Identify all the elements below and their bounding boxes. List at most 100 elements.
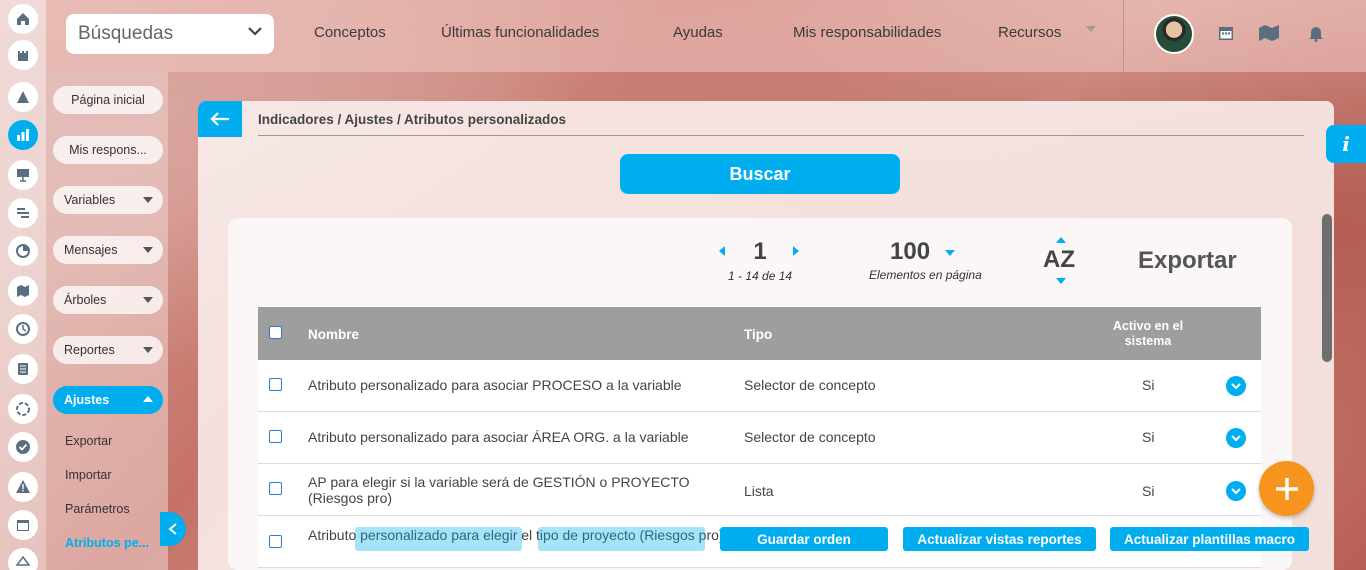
chevron-down-icon[interactable]: [1226, 481, 1246, 501]
scrollbar[interactable]: [1322, 214, 1332, 362]
sidebar-item-ajustes[interactable]: Ajustes: [53, 386, 163, 414]
sidebar-item-label: Árboles: [64, 293, 107, 307]
row-name: AP para elegir si la variable será de GE…: [308, 474, 690, 506]
gantt-icon[interactable]: [8, 198, 38, 228]
table-row[interactable]: AP para elegir si la variable será de GE…: [258, 464, 1261, 516]
presentation-icon[interactable]: [8, 160, 38, 190]
table-row[interactable]: Atributo personalizado para asociar PROC…: [258, 360, 1261, 412]
row-checkbox[interactable]: [269, 482, 282, 495]
chevron-down-icon: [248, 27, 262, 36]
chevron-left-icon: [168, 523, 177, 535]
check-icon[interactable]: [8, 432, 38, 462]
sidebar-item-variables[interactable]: Variables: [53, 186, 163, 214]
sidebar-item-mis-responsabilidades[interactable]: Mis respons...: [53, 136, 163, 164]
sort-button[interactable]: AZ: [1043, 246, 1075, 274]
pie-icon[interactable]: [8, 236, 38, 266]
arrow-left-icon: [210, 112, 229, 126]
calendar-icon[interactable]: [1217, 24, 1235, 47]
sidebar-link-exportar[interactable]: Exportar: [65, 434, 112, 448]
collapse-sidebar-button[interactable]: [160, 512, 186, 546]
per-page-dropdown-icon[interactable]: [945, 250, 955, 256]
back-button[interactable]: [198, 101, 242, 137]
prev-page-icon[interactable]: [719, 246, 725, 256]
sidebar-item-label: Reportes: [64, 343, 115, 357]
sidebar-link-atributos[interactable]: Atributos pe...: [65, 536, 149, 550]
module-sidebar: Página inicial Mis respons... Variables …: [46, 72, 168, 570]
info-icon[interactable]: i: [1326, 125, 1366, 163]
chevron-down-icon[interactable]: [1226, 428, 1246, 448]
update-macro-templates-button[interactable]: Actualizar plantillas macro: [1110, 527, 1309, 551]
sidebar-item-label: Ajustes: [64, 393, 110, 407]
nav-conceptos[interactable]: Conceptos: [314, 24, 386, 41]
divider: [1123, 0, 1124, 72]
nav-ayudas[interactable]: Ayudas: [673, 24, 723, 41]
row-activo: Si: [1142, 377, 1155, 393]
nav-ultimas-funcionalidades[interactable]: Últimas funcionalidades: [441, 24, 599, 41]
sidebar-item-label: Página inicial: [71, 93, 145, 107]
row-tipo: Lista: [744, 483, 774, 499]
sidebar-item-pagina-inicial[interactable]: Página inicial: [53, 86, 163, 114]
column-header-activo[interactable]: Activo en el sistema: [1098, 319, 1198, 349]
column-header-tipo[interactable]: Tipo: [744, 327, 772, 342]
table-header: Nombre Tipo Activo en el sistema: [258, 307, 1261, 360]
map-icon[interactable]: [8, 276, 38, 306]
add-button[interactable]: [1259, 461, 1314, 516]
chevron-down-icon[interactable]: [1226, 376, 1246, 396]
icon-rail: [0, 0, 46, 570]
sidebar-item-label: Mensajes: [64, 243, 118, 257]
current-page: 1: [753, 238, 767, 265]
select-button-faded: [355, 527, 522, 551]
triangle-icon[interactable]: [8, 82, 38, 112]
main-panel: Indicadores / Ajustes / Atributos person…: [198, 101, 1334, 570]
sidebar-link-importar[interactable]: Importar: [65, 468, 112, 482]
search-dropdown[interactable]: Búsquedas: [66, 14, 274, 54]
update-report-views-button[interactable]: Actualizar vistas reportes: [903, 527, 1096, 551]
home-icon[interactable]: [8, 4, 38, 34]
sort-up-icon[interactable]: [1056, 237, 1066, 243]
sidebar-link-parametros[interactable]: Parámetros: [65, 502, 130, 516]
bell-icon[interactable]: [1308, 24, 1324, 47]
avatar[interactable]: [1154, 14, 1194, 54]
clock-icon[interactable]: [8, 314, 38, 344]
list-icon[interactable]: [8, 354, 38, 384]
chart-icon[interactable]: [8, 120, 38, 150]
row-tipo: Selector de concepto: [744, 429, 876, 445]
alert-icon[interactable]: [8, 472, 38, 502]
chevron-down-icon: [143, 347, 153, 353]
search-button[interactable]: Buscar: [620, 154, 900, 194]
recursos-dropdown-icon[interactable]: [1086, 26, 1096, 32]
export-button[interactable]: Exportar: [1138, 247, 1237, 275]
calendar-icon[interactable]: [8, 510, 38, 540]
row-checkbox[interactable]: [269, 378, 282, 391]
per-page-select[interactable]: 100: [890, 238, 930, 266]
page-range: 1 - 14 de 14: [728, 269, 793, 283]
nav-mis-responsabilidades[interactable]: Mis responsabilidades: [793, 24, 941, 41]
row-checkbox[interactable]: [269, 535, 282, 548]
plus-icon: [1275, 477, 1298, 500]
map-icon[interactable]: [1258, 24, 1280, 47]
chevron-up-icon: [143, 396, 153, 402]
column-header-nombre[interactable]: Nombre: [308, 327, 359, 342]
sort-down-icon[interactable]: [1056, 278, 1066, 284]
cycle-icon[interactable]: [8, 394, 38, 424]
row-activo: Si: [1142, 429, 1155, 445]
table-row[interactable]: Atributo personalizado para asociar ÁREA…: [258, 412, 1261, 464]
next-page-icon[interactable]: [793, 246, 799, 256]
select-all-checkbox[interactable]: [269, 326, 282, 339]
results-card: 1 1 - 14 de 14 100 Elementos en página A…: [228, 218, 1292, 570]
row-checkbox[interactable]: [269, 430, 282, 443]
breadcrumb: Indicadores / Ajustes / Atributos person…: [258, 112, 567, 127]
chevron-down-icon: [143, 297, 153, 303]
sidebar-item-arboles[interactable]: Árboles: [53, 286, 163, 314]
nav-recursos[interactable]: Recursos: [998, 24, 1061, 41]
network-icon[interactable]: [8, 548, 38, 570]
save-order-button[interactable]: Guardar orden: [720, 527, 888, 551]
sidebar-item-reportes[interactable]: Reportes: [53, 336, 163, 364]
sidebar-item-label: Mis respons...: [69, 143, 147, 157]
top-bar: Búsquedas Conceptos Últimas funcionalida…: [46, 0, 1366, 72]
castle-icon[interactable]: [8, 40, 38, 70]
sidebar-item-label: Variables: [64, 193, 116, 207]
sidebar-item-mensajes[interactable]: Mensajes: [53, 236, 163, 264]
row-name: Atributo personalizado para asociar ÁREA…: [308, 429, 689, 445]
deselect-button-faded: [538, 527, 705, 551]
